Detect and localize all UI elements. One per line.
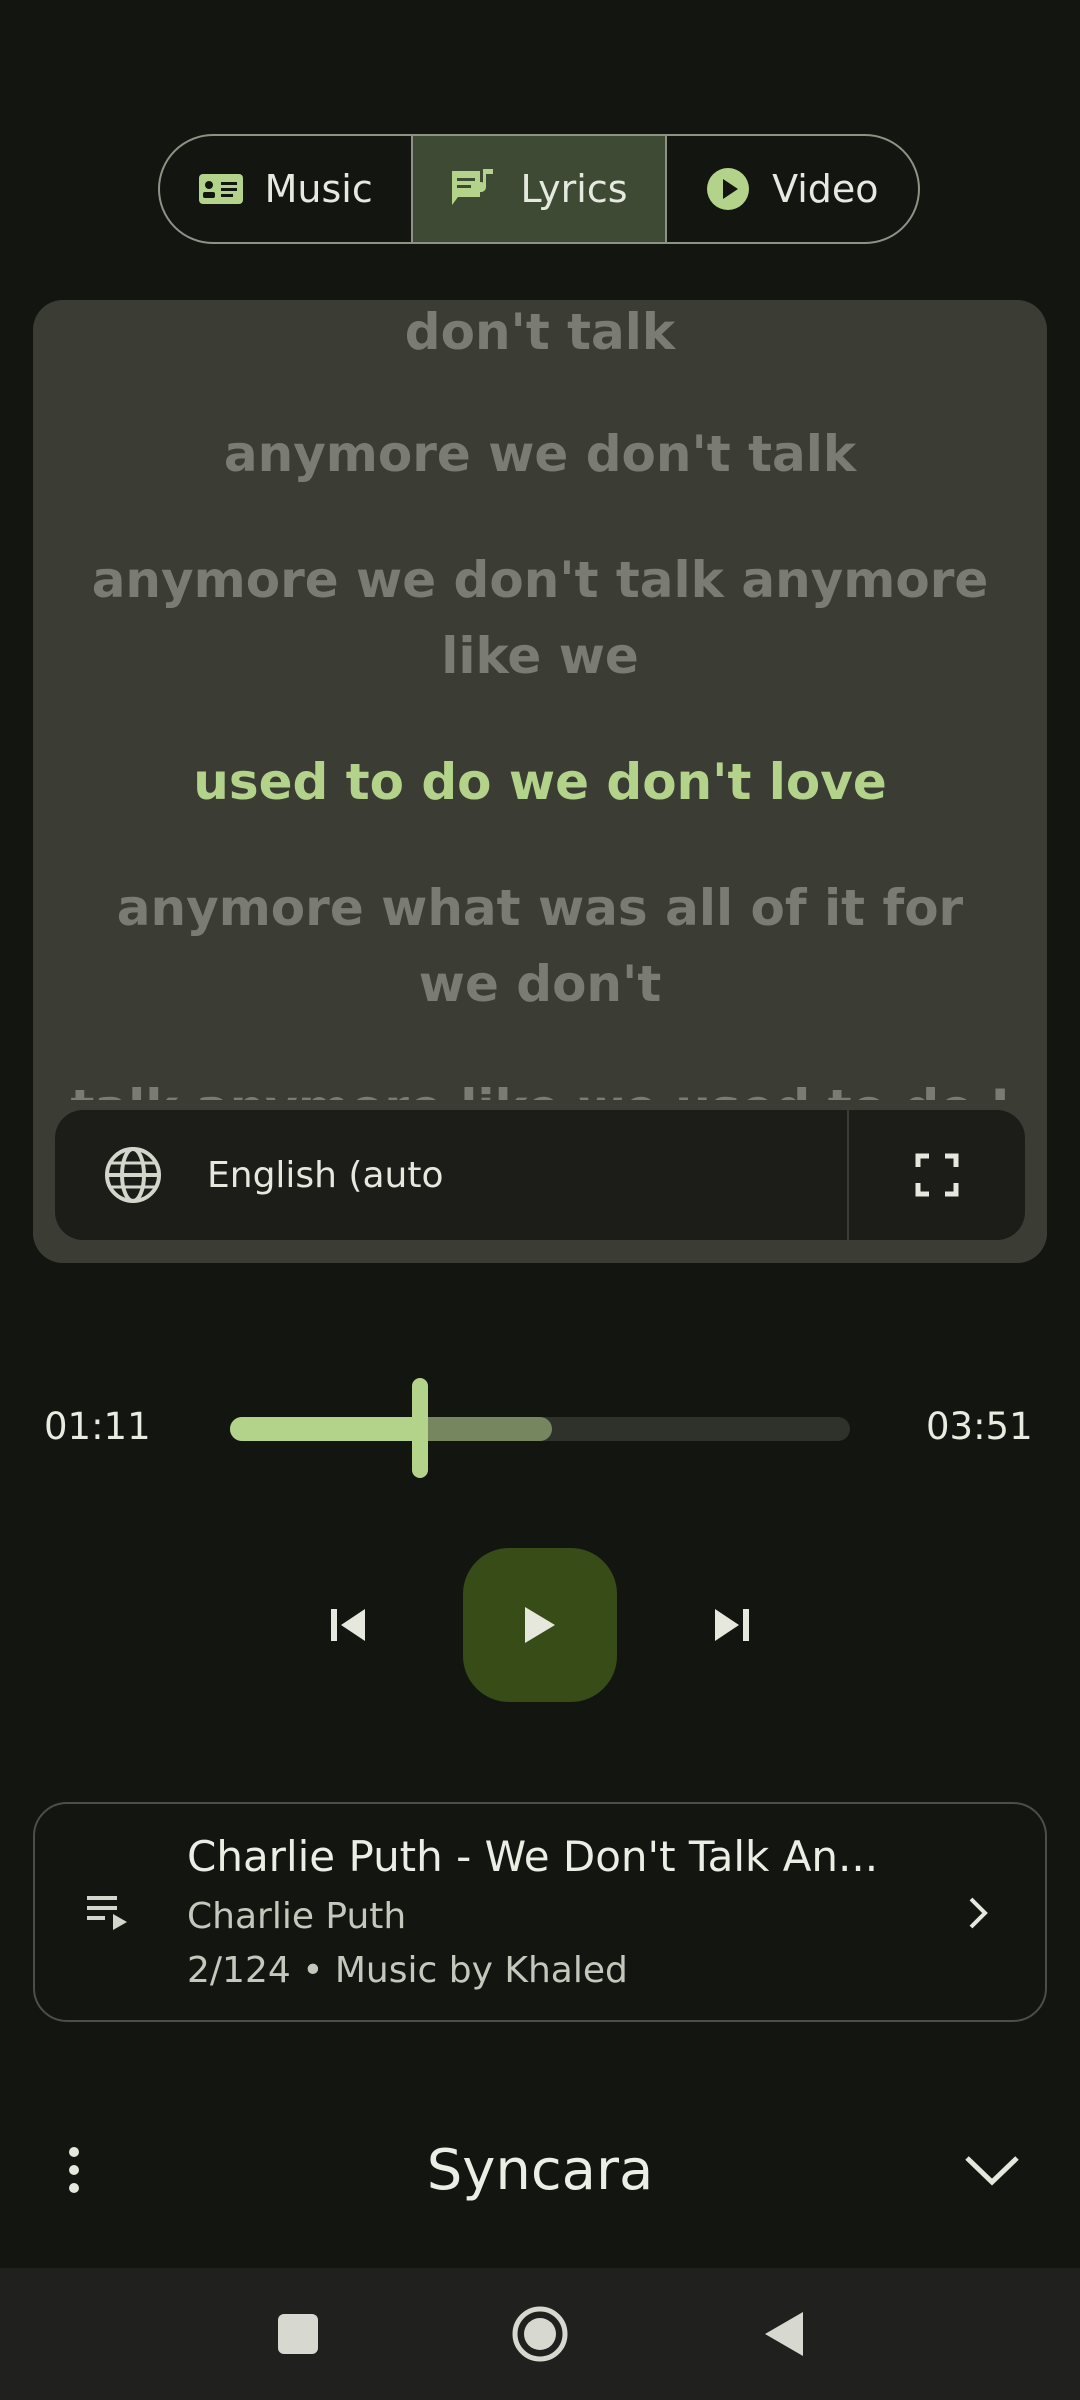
system-navigation-bar bbox=[0, 2268, 1080, 2400]
play-icon bbox=[525, 1607, 555, 1643]
home-icon bbox=[512, 2306, 568, 2362]
view-mode-switch: Music Lyrics Video bbox=[158, 134, 920, 244]
lyrics-icon bbox=[452, 169, 494, 205]
seek-bar-progress bbox=[230, 1417, 420, 1441]
lyrics-panel: don't talk anymore we don't talk anymore… bbox=[33, 300, 1047, 1263]
fullscreen-button[interactable] bbox=[849, 1110, 1025, 1240]
lyrics-language-bar: English (auto bbox=[55, 1110, 1025, 1240]
lyrics-language-select[interactable]: English (auto bbox=[207, 1155, 847, 1196]
skip-previous-icon bbox=[331, 1609, 365, 1641]
previous-button[interactable] bbox=[300, 1585, 396, 1665]
lyric-line[interactable]: anymore what was all of it for we don't bbox=[73, 870, 1007, 1022]
lyrics-scroller[interactable]: don't talk anymore we don't talk anymore… bbox=[33, 300, 1047, 1100]
elapsed-time: 01:11 bbox=[44, 1405, 151, 1448]
lyric-line[interactable]: anymore we don't talk bbox=[73, 416, 1007, 492]
fullscreen-icon bbox=[915, 1153, 959, 1197]
tab-music[interactable]: Music bbox=[160, 136, 411, 242]
now-playing-card[interactable]: Charlie Puth - We Don't Talk An... Charl… bbox=[33, 1802, 1047, 2022]
tab-video[interactable]: Video bbox=[664, 136, 918, 242]
lyric-line-current[interactable]: used to do we don't love bbox=[73, 744, 1007, 820]
play-circle-icon bbox=[707, 168, 750, 210]
tab-music-label: Music bbox=[264, 167, 373, 211]
lyric-line[interactable]: don't talk bbox=[73, 300, 1007, 370]
tab-video-label: Video bbox=[772, 167, 879, 211]
play-button[interactable] bbox=[463, 1548, 617, 1702]
seek-bar-thumb[interactable] bbox=[412, 1378, 428, 1478]
recents-button[interactable] bbox=[258, 2294, 338, 2374]
recents-icon bbox=[278, 2314, 318, 2354]
tab-lyrics[interactable]: Lyrics bbox=[411, 136, 665, 242]
total-duration: 03:51 bbox=[926, 1405, 1033, 1448]
track-artist: Charlie Puth bbox=[187, 1896, 407, 1937]
music-card-icon bbox=[198, 174, 243, 204]
back-icon bbox=[765, 2312, 803, 2356]
next-button[interactable] bbox=[684, 1585, 780, 1665]
skip-next-icon bbox=[715, 1609, 749, 1641]
chevron-right-icon bbox=[969, 1897, 988, 1929]
queue-position: 2/124 • Music by Khaled bbox=[187, 1950, 628, 1991]
chevron-down-icon bbox=[965, 2156, 1019, 2186]
queue-music-icon bbox=[87, 1896, 127, 1930]
lyric-line[interactable]: anymore we don't talk anymore like we bbox=[73, 542, 1007, 694]
back-button[interactable] bbox=[744, 2294, 824, 2374]
track-title: Charlie Puth - We Don't Talk An... bbox=[187, 1832, 879, 1881]
app-title: Syncara bbox=[426, 2138, 654, 2203]
lyric-line[interactable]: talk anymore like we used to do I bbox=[33, 1070, 1047, 1100]
tab-lyrics-label: Lyrics bbox=[520, 167, 628, 211]
globe-icon[interactable] bbox=[103, 1145, 163, 1205]
collapse-button[interactable] bbox=[956, 2140, 1028, 2200]
home-button[interactable] bbox=[500, 2294, 580, 2374]
